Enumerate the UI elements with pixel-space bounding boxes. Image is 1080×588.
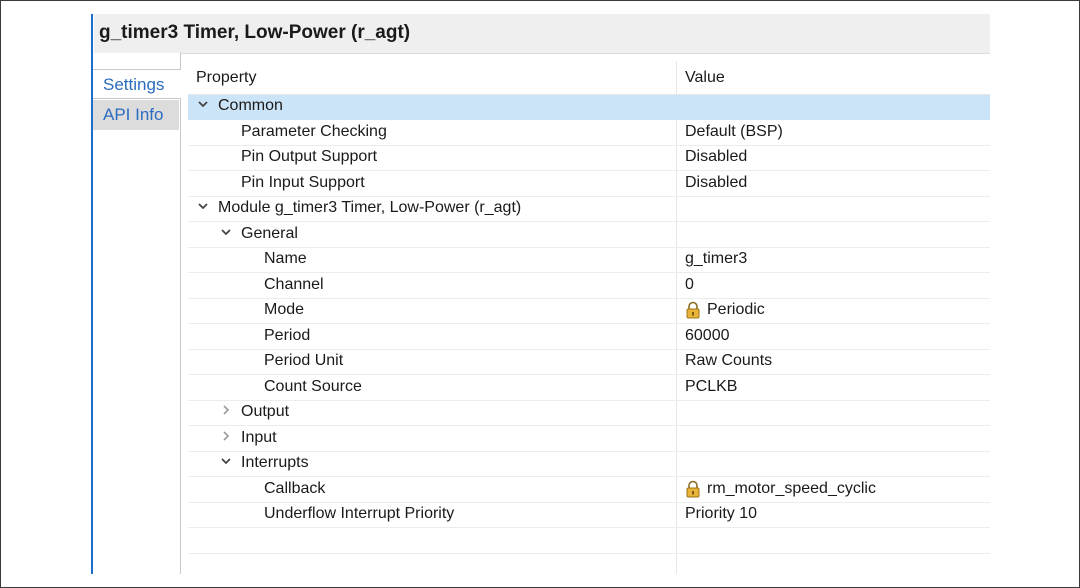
- property-value[interactable]: Disabled: [685, 174, 747, 192]
- table-row[interactable]: Output: [188, 401, 990, 426]
- lock-icon: [685, 480, 701, 498]
- tab-panel: Settings API Info: [93, 53, 181, 574]
- property-name: Common: [218, 97, 283, 114]
- table-row[interactable]: Interrupts: [188, 452, 990, 477]
- chevron-right-icon[interactable]: [219, 430, 233, 446]
- property-value-text: PCLKB: [685, 377, 738, 395]
- tab-api-info[interactable]: API Info: [93, 100, 179, 130]
- property-value-text: 0: [685, 275, 694, 293]
- property-value[interactable]: Priority 10: [685, 505, 757, 523]
- property-name: Underflow Interrupt Priority: [264, 505, 455, 522]
- property-value[interactable]: 60000: [685, 327, 730, 345]
- table-row[interactable]: Pin Input Support Disabled: [188, 172, 990, 197]
- property-name: Input: [241, 428, 277, 446]
- chevron-down-icon[interactable]: [196, 98, 210, 114]
- page-title: g_timer3 Timer, Low-Power (r_agt): [99, 22, 411, 43]
- property-value[interactable]: Raw Counts: [685, 352, 772, 370]
- property-value-text: Disabled: [685, 173, 748, 191]
- tab-settings[interactable]: Settings: [93, 69, 181, 99]
- property-value[interactable]: 0: [685, 276, 694, 294]
- property-name: Callback: [264, 479, 326, 497]
- property-name: Count Source: [264, 377, 362, 395]
- table-row[interactable]: Period 60000: [188, 325, 990, 350]
- window-frame: g_timer3 Timer, Low-Power (r_agt) Settin…: [0, 0, 1080, 588]
- property-name: Pin Input Support: [241, 173, 365, 191]
- property-value[interactable]: g_timer3: [685, 250, 747, 268]
- property-value-text: rm_motor_speed_cyclic: [707, 479, 876, 497]
- table-row[interactable]: Module g_timer3 Timer, Low-Power (r_agt): [188, 197, 990, 222]
- property-value[interactable]: Disabled: [685, 148, 747, 166]
- table-row[interactable]: Common: [188, 95, 990, 120]
- table-row[interactable]: Count Source PCLKB: [188, 376, 990, 401]
- property-name: Interrupts: [241, 454, 309, 471]
- lock-icon: [685, 301, 701, 319]
- table-row[interactable]: Period Unit Raw Counts: [188, 350, 990, 375]
- property-name: Output: [241, 403, 290, 420]
- chevron-down-icon[interactable]: [219, 455, 233, 471]
- property-name: Module g_timer3 Timer, Low-Power (r_agt): [218, 199, 522, 216]
- title-bar: g_timer3 Timer, Low-Power (r_agt): [94, 14, 990, 54]
- property-value[interactable]: rm_motor_speed_cyclic: [685, 480, 876, 498]
- property-name: Period: [264, 326, 311, 344]
- property-value[interactable]: PCLKB: [685, 378, 737, 396]
- table-row[interactable]: Pin Output Support Disabled: [188, 146, 990, 171]
- header-value[interactable]: Value: [685, 69, 725, 87]
- property-value-text: Priority 10: [685, 505, 758, 522]
- property-name: Pin Output Support: [241, 148, 378, 165]
- property-name: Channel: [264, 275, 324, 293]
- chevron-right-icon[interactable]: [219, 404, 233, 420]
- table-row[interactable]: Channel 0: [188, 274, 990, 299]
- property-name: Parameter Checking: [241, 122, 387, 140]
- header-property[interactable]: Property: [196, 69, 256, 87]
- chevron-down-icon[interactable]: [219, 226, 233, 242]
- table-row[interactable]: Input: [188, 427, 990, 452]
- table-row[interactable]: Callback rm_motor_speed_cyclic: [188, 478, 990, 503]
- chevron-down-icon[interactable]: [196, 200, 210, 216]
- table-header: Property Value: [188, 61, 990, 95]
- property-value-text: 60000: [685, 326, 730, 344]
- property-value-text: Raw Counts: [685, 352, 773, 369]
- property-value-text: g_timer3: [685, 250, 748, 267]
- table-row[interactable]: Underflow Interrupt Priority Priority 10: [188, 503, 990, 528]
- table-row[interactable]: [188, 529, 990, 554]
- table-row[interactable]: Name g_timer3: [188, 248, 990, 273]
- table-row[interactable]: General: [188, 223, 990, 248]
- property-value[interactable]: Default (BSP): [685, 123, 783, 141]
- property-value-text: Default (BSP): [685, 122, 783, 140]
- property-value-text: Periodic: [707, 301, 765, 318]
- property-name: General: [241, 224, 298, 242]
- property-name: Mode: [264, 301, 305, 318]
- property-name: Name: [264, 250, 307, 267]
- property-value[interactable]: Periodic: [685, 301, 765, 319]
- table-row[interactable]: Parameter Checking Default (BSP): [188, 121, 990, 146]
- table-row[interactable]: Mode Periodic: [188, 299, 990, 324]
- property-value-text: Disabled: [685, 148, 748, 165]
- property-table: Property Value Common Parameter Checking D…: [188, 61, 990, 574]
- property-name: Period Unit: [264, 352, 344, 369]
